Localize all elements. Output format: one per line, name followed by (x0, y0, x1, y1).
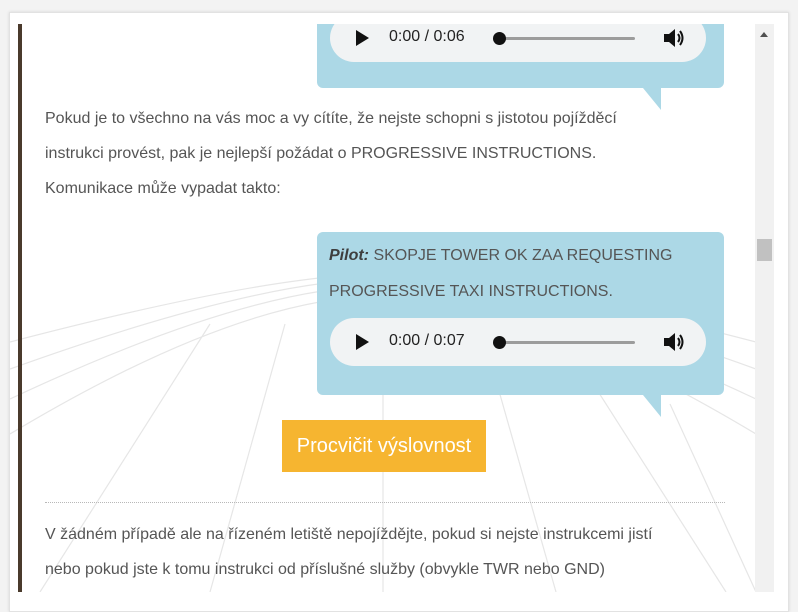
play-icon[interactable] (356, 30, 369, 46)
speech-bubble-pilot: Pilot: SKOPJE TOWER OK ZAA REQUESTING PR… (317, 232, 724, 417)
vertical-scrollbar[interactable] (755, 24, 774, 592)
audio-player-top[interactable]: 0:00 / 0:06 (330, 24, 706, 62)
audio-time: 0:00 / 0:06 (389, 28, 465, 45)
audio-player-pilot[interactable]: 0:00 / 0:07 (330, 318, 706, 366)
section-divider (45, 502, 725, 503)
audio-progress-knob[interactable] (493, 32, 506, 45)
audio-progress-track[interactable] (495, 341, 635, 344)
paragraph-intro: Pokud je to všechno na vás moc a vy cítí… (45, 101, 725, 206)
pilot-message-text: SKOPJE TOWER OK ZAA REQUESTING PROGRESSI… (329, 247, 673, 300)
speaker-label: Pilot: (329, 247, 369, 264)
volume-icon[interactable] (662, 27, 686, 49)
paragraph-line: Komunikace může vypadat takto: (45, 180, 281, 197)
paragraph-warning: V žádném případě ale na řízeném letiště … (45, 517, 725, 587)
left-accent-bar (18, 24, 22, 592)
content-viewport: 0:00 / 0:06 Pokud je to všechno na vás m… (10, 24, 756, 592)
paragraph-line: nebo pokud jste k tomu instrukci od přís… (45, 561, 605, 578)
volume-icon[interactable] (662, 331, 686, 353)
audio-progress-knob[interactable] (493, 336, 506, 349)
scroll-up-arrow-icon[interactable] (760, 32, 768, 37)
bubble-tail (643, 395, 661, 417)
speech-bubble-top: 0:00 / 0:06 (317, 24, 724, 110)
paragraph-line: Pokud je to všechno na vás moc a vy cítí… (45, 110, 617, 127)
scrollbar-thumb[interactable] (757, 239, 772, 261)
play-icon[interactable] (356, 334, 369, 350)
audio-progress-track[interactable] (495, 37, 635, 40)
pilot-message: Pilot: SKOPJE TOWER OK ZAA REQUESTING PR… (329, 238, 714, 310)
paragraph-line: V žádném případě ale na řízeném letiště … (45, 526, 653, 543)
paragraph-line: instrukci provést, pak je nejlepší požád… (45, 145, 597, 162)
audio-time: 0:00 / 0:07 (389, 332, 465, 349)
practice-pronunciation-button[interactable]: Procvičit výslovnost (282, 420, 486, 472)
